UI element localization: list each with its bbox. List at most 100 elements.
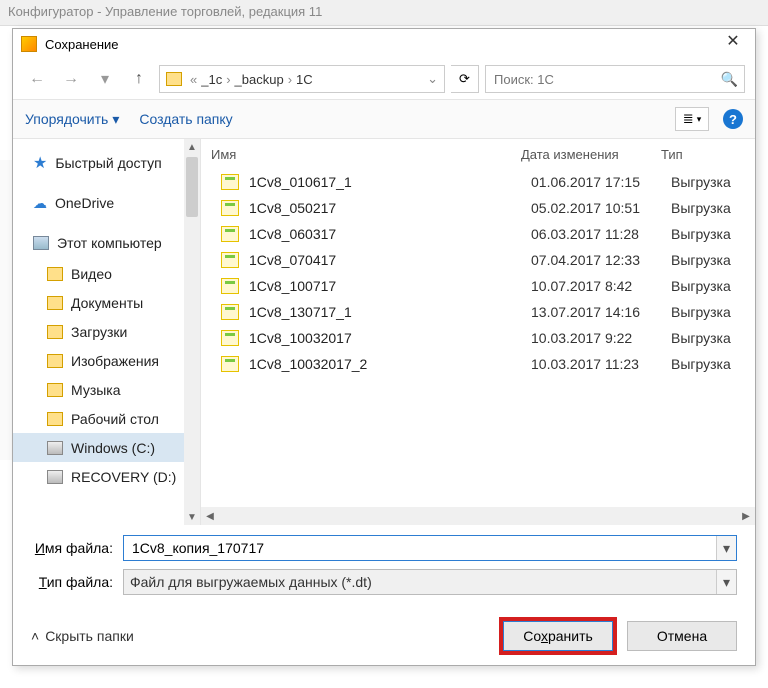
file-name: 1Cv8_10032017 xyxy=(249,330,531,346)
file-icon xyxy=(221,174,239,190)
file-name: 1Cv8_100717 xyxy=(249,278,531,294)
hide-folders-button[interactable]: ˄Скрыть папки xyxy=(31,628,134,644)
tree-downloads[interactable]: Загрузки xyxy=(13,317,200,346)
scroll-thumb[interactable] xyxy=(186,157,198,217)
view-mode-button[interactable]: ≣▾ xyxy=(675,107,709,131)
tree-disk-c[interactable]: Windows (C:) xyxy=(13,433,200,462)
chevron-down-icon: ▾ xyxy=(112,111,119,128)
folder-icon xyxy=(47,383,63,397)
file-name: 1Cv8_130717_1 xyxy=(249,304,531,320)
crumb-1[interactable]: _backup xyxy=(235,72,284,87)
search-icon[interactable]: 🔍 xyxy=(721,71,738,88)
tree-scrollbar[interactable]: ▲ ▼ xyxy=(184,139,200,525)
filetype-value: Файл для выгружаемых данных (*.dt) xyxy=(130,574,372,590)
crumb-0[interactable]: _1c xyxy=(201,72,222,87)
organize-button[interactable]: Упорядочить ▾ xyxy=(25,111,119,128)
file-date: 10.03.2017 11:23 xyxy=(531,356,671,372)
file-list: 1Cv8_010617_101.06.2017 17:15Выгрузка1Cv… xyxy=(201,169,755,377)
help-icon[interactable]: ? xyxy=(723,109,743,129)
table-row[interactable]: 1Cv8_10071710.07.2017 8:42Выгрузка xyxy=(221,273,755,299)
folder-icon xyxy=(47,296,63,310)
scroll-up-icon[interactable]: ▲ xyxy=(184,139,200,155)
tree-disk-d[interactable]: RECOVERY (D:) xyxy=(13,462,200,491)
file-icon xyxy=(221,252,239,268)
table-row[interactable]: 1Cv8_010617_101.06.2017 17:15Выгрузка xyxy=(221,169,755,195)
file-icon xyxy=(221,356,239,372)
chevron-right-icon[interactable]: › xyxy=(226,72,230,87)
file-name: 1Cv8_070417 xyxy=(249,252,531,268)
close-icon[interactable]: ✕ xyxy=(719,33,747,55)
refresh-icon[interactable]: ⟳ xyxy=(451,65,479,93)
nav-back-icon[interactable]: ← xyxy=(23,65,51,93)
tree-quick-access[interactable]: ★Быстрый доступ xyxy=(13,147,200,179)
table-row[interactable]: 1Cv8_06031706.03.2017 11:28Выгрузка xyxy=(221,221,755,247)
table-row[interactable]: 1Cv8_05021705.02.2017 10:51Выгрузка xyxy=(221,195,755,221)
filename-input[interactable]: ▾ xyxy=(123,535,737,561)
save-dialog: Сохранение ✕ ← → ▾ ↑ « _1c › _backup › 1… xyxy=(12,28,756,666)
nav-recent-icon[interactable]: ▾ xyxy=(91,65,119,93)
disk-icon xyxy=(47,441,63,455)
app-icon xyxy=(21,36,37,52)
chevron-right-icon[interactable]: › xyxy=(288,72,292,87)
nav-forward-icon[interactable]: → xyxy=(57,65,85,93)
file-date: 06.03.2017 11:28 xyxy=(531,226,671,242)
table-row[interactable]: 1Cv8_10032017_210.03.2017 11:23Выгрузка xyxy=(221,351,755,377)
tree-videos[interactable]: Видео xyxy=(13,259,200,288)
scroll-left-icon[interactable]: ◀ xyxy=(201,511,219,522)
search-field[interactable] xyxy=(492,71,721,88)
col-type[interactable]: Тип xyxy=(661,147,755,162)
tree-music[interactable]: Музыка xyxy=(13,375,200,404)
table-row[interactable]: 1Cv8_1003201710.03.2017 9:22Выгрузка xyxy=(221,325,755,351)
cancel-button[interactable]: Отмена xyxy=(627,621,737,651)
tree-onedrive[interactable]: ☁OneDrive xyxy=(13,187,200,219)
scroll-right-icon[interactable]: ▶ xyxy=(737,511,755,522)
file-name: 1Cv8_050217 xyxy=(249,200,531,216)
chevron-down-icon[interactable]: ▾ xyxy=(716,570,736,594)
file-type: Выгрузка xyxy=(671,174,755,190)
column-headers: Имя Дата изменения Тип xyxy=(201,139,755,169)
filetype-select[interactable]: Файл для выгружаемых данных (*.dt) ▾ xyxy=(123,569,737,595)
tree-pictures[interactable]: Изображения xyxy=(13,346,200,375)
dialog-title: Сохранение xyxy=(45,37,719,52)
chevron-down-icon[interactable]: ▾ xyxy=(716,536,736,560)
file-icon xyxy=(221,304,239,320)
file-icon xyxy=(221,278,239,294)
filename-field[interactable] xyxy=(130,539,729,557)
breadcrumb[interactable]: « _1c › _backup › 1C ⌄ xyxy=(159,65,445,93)
nav-up-icon[interactable]: ↑ xyxy=(125,65,153,93)
nav-bar: ← → ▾ ↑ « _1c › _backup › 1C ⌄ ⟳ 🔍 xyxy=(13,59,755,99)
file-name: 1Cv8_10032017_2 xyxy=(249,356,531,372)
file-date: 05.02.2017 10:51 xyxy=(531,200,671,216)
cloud-icon: ☁ xyxy=(33,195,47,212)
parent-window-title: Конфигуратор - Управление торговлей, ред… xyxy=(0,0,768,26)
tree-desktop[interactable]: Рабочий стол xyxy=(13,404,200,433)
tree-this-pc[interactable]: Этот компьютер xyxy=(13,227,200,259)
file-date: 10.03.2017 9:22 xyxy=(531,330,671,346)
search-input[interactable]: 🔍 xyxy=(485,65,745,93)
tree-documents[interactable]: Документы xyxy=(13,288,200,317)
folder-icon xyxy=(47,354,63,368)
table-row[interactable]: 1Cv8_130717_113.07.2017 14:16Выгрузка xyxy=(221,299,755,325)
filetype-label: Тип файла: xyxy=(31,574,123,590)
file-name: 1Cv8_060317 xyxy=(249,226,531,242)
crumb-2[interactable]: 1C xyxy=(296,72,313,87)
col-name[interactable]: Имя xyxy=(211,147,521,162)
file-icon xyxy=(221,200,239,216)
file-icon xyxy=(221,330,239,346)
new-folder-button[interactable]: Создать папку xyxy=(139,111,232,127)
chevron-right-icon[interactable]: « xyxy=(190,72,197,87)
file-type: Выгрузка xyxy=(671,278,755,294)
filename-label: Имя файла: xyxy=(31,540,123,556)
col-date[interactable]: Дата изменения xyxy=(521,147,661,162)
save-button[interactable]: Сохранить xyxy=(503,621,613,651)
file-name: 1Cv8_010617_1 xyxy=(249,174,531,190)
table-row[interactable]: 1Cv8_07041707.04.2017 12:33Выгрузка xyxy=(221,247,755,273)
chevron-down-icon[interactable]: ⌄ xyxy=(427,71,438,87)
file-type: Выгрузка xyxy=(671,330,755,346)
file-type: Выгрузка xyxy=(671,356,755,372)
folder-icon xyxy=(47,267,63,281)
scroll-down-icon[interactable]: ▼ xyxy=(184,509,200,525)
file-type: Выгрузка xyxy=(671,304,755,320)
file-date: 07.04.2017 12:33 xyxy=(531,252,671,268)
h-scrollbar[interactable]: ◀ ▶ xyxy=(201,507,755,525)
